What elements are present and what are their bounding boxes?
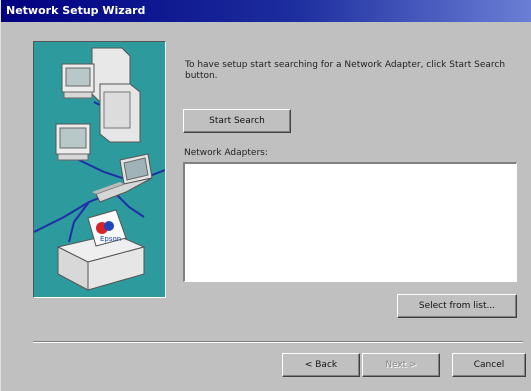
window-title: Network Setup Wizard [6, 4, 146, 17]
network-adapters-label: Network Adapters: [184, 148, 268, 158]
svg-text:Epson: Epson [100, 235, 121, 243]
instruction-text: To have setup start searching for a Netw… [185, 60, 506, 81]
select-from-list-button[interactable]: Select from list... [397, 294, 517, 318]
next-button[interactable]: Next > [362, 353, 440, 377]
network-illustration-image: Epson [34, 47, 165, 291]
network-adapters-list[interactable] [183, 162, 517, 282]
title-bar: Network Setup Wizard [1, 0, 531, 22]
wizard-window: Network Setup Wizard Epson To have setup… [0, 0, 531, 391]
cancel-button[interactable]: Cancel [452, 353, 526, 377]
back-button[interactable]: < Back [282, 353, 360, 377]
separator-line [33, 341, 523, 343]
printer-icon: Epson [56, 209, 146, 291]
wizard-illustration: Epson [33, 41, 166, 298]
start-search-button[interactable]: Start Search [183, 109, 291, 133]
